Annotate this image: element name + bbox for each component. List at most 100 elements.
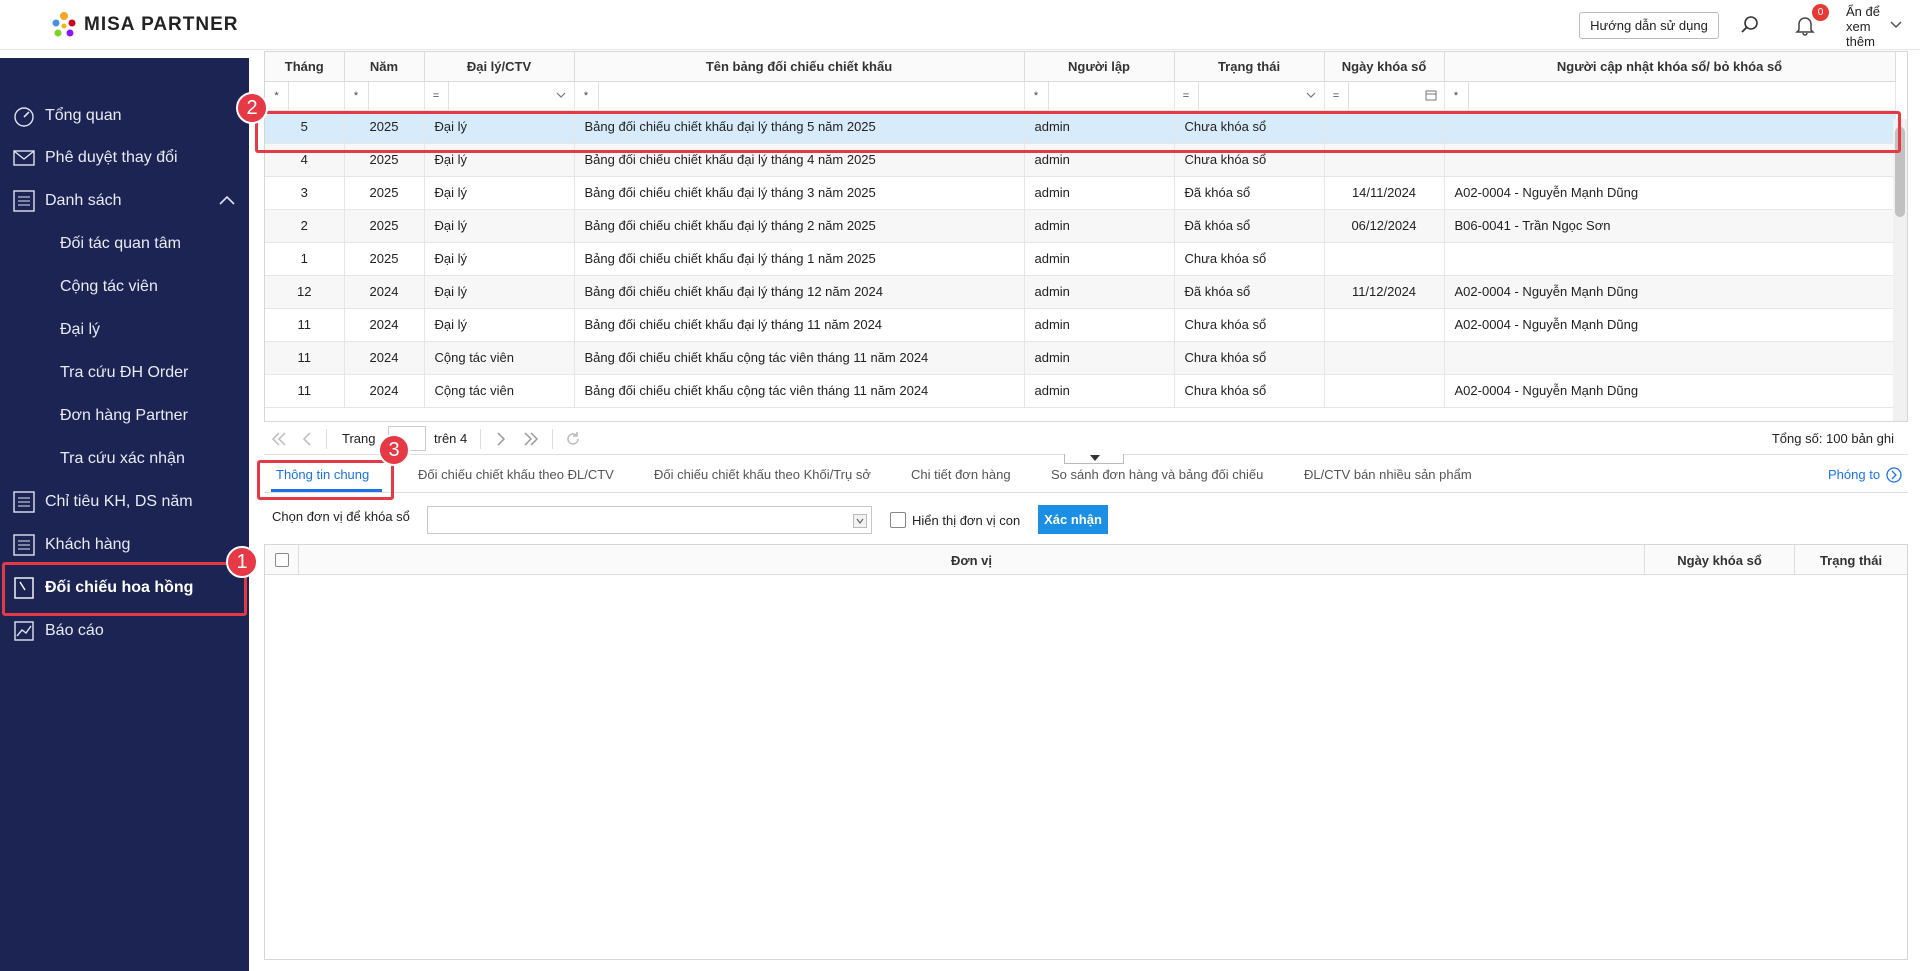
detail-tabs: Thông tin chung Đối chiếu chiết khấu the… <box>264 459 1908 493</box>
table-row[interactable]: 4 2025 Đại lý Bảng đối chiếu chiết khấu đại… <box>265 143 1896 177</box>
filter-operator[interactable]: * <box>1445 81 1469 109</box>
column-header-creator[interactable]: Người lập <box>1024 52 1175 82</box>
next-page-icon[interactable] <box>492 430 510 448</box>
column-header-status[interactable]: Trạng thái <box>1174 52 1325 82</box>
user-guide-button[interactable]: Hướng dẫn sử dụng <box>1579 12 1719 39</box>
sidebar-item-commission-reconciliation[interactable]: Đối chiếu hoa hồng <box>0 569 249 607</box>
chevron-down-icon[interactable] <box>853 514 867 528</box>
hide-toggle-label[interactable]: Ẩn để xem thêm <box>1846 4 1886 50</box>
divider <box>326 429 327 449</box>
chevron-down-icon[interactable] <box>1888 16 1904 32</box>
filter-select-status[interactable] <box>1199 82 1324 110</box>
column-header-month[interactable]: Tháng <box>265 52 345 82</box>
sidebar-subitem-interested-partners[interactable]: Đối tác quan tâm <box>0 226 249 262</box>
table-row[interactable]: 12 2024 Đại lý Bảng đối chiếu chiết khấu đạ… <box>265 275 1896 309</box>
sidebar-item-approve-changes[interactable]: Phê duyệt thay đổi <box>0 139 249 177</box>
list-icon <box>13 491 35 513</box>
column-header-agent-type[interactable]: Đại lý/CTV <box>424 52 575 82</box>
cell-table-name: Bảng đối chiếu chiết khấu đại lý tháng 4… <box>574 143 1025 177</box>
column-header-status[interactable]: Trạng thái <box>1795 545 1907 575</box>
table-row[interactable]: 11 2024 Cộng tác viên Bảng đối chiếu chiết … <box>265 341 1896 375</box>
table-row[interactable]: 11 2024 Cộng tác viên Bảng đối chiếu chiết … <box>265 374 1896 408</box>
sidebar-item-lists[interactable]: Danh sách <box>0 182 249 220</box>
table-row[interactable]: 5 2025 Đại lý Bảng đối chiếu chiết khấu đại… <box>265 110 1896 144</box>
page-count-label: trên 4 <box>434 431 468 446</box>
sidebar-item-label: Tổng quan <box>45 107 122 124</box>
filter-select-agent-type[interactable] <box>449 82 574 110</box>
table-row[interactable]: 3 2025 Đại lý Bảng đối chiếu chiết khấu đại… <box>265 176 1896 210</box>
filter-operator[interactable]: = <box>1175 81 1199 109</box>
cell-table-name: Bảng đối chiếu chiết khấu đại lý tháng 3… <box>574 176 1025 210</box>
first-page-icon[interactable] <box>270 430 288 448</box>
column-header-table-name[interactable]: Tên bảng đối chiếu chiết khấu <box>574 52 1025 82</box>
sidebar-subitem-collaborators[interactable]: Cộng tác viên <box>0 269 249 305</box>
search-icon[interactable] <box>1738 13 1762 37</box>
sidebar-subitem-confirmation-lookup[interactable]: Tra cứu xác nhận <box>0 441 249 477</box>
tab-reconcile-by-agent[interactable]: Đối chiếu chiết khấu theo ĐL/CTV <box>418 467 614 482</box>
filter-operator[interactable]: = <box>1325 81 1349 109</box>
last-page-icon[interactable] <box>522 430 540 448</box>
previous-page-icon[interactable] <box>298 430 316 448</box>
brand-name: MISA PARTNER <box>84 14 239 35</box>
table-row[interactable]: 1 2025 Đại lý Bảng đối chiếu chiết khấu đại… <box>265 242 1896 276</box>
cell-lock-updater: A02-0004 - Nguyễn Mạnh Dũng <box>1444 176 1896 210</box>
table-row[interactable]: 2 2025 Đại lý Bảng đối chiếu chiết khấu đại… <box>265 209 1896 243</box>
filter-input-creator[interactable] <box>1049 82 1174 110</box>
confirm-button[interactable]: Xác nhận <box>1038 505 1108 534</box>
refresh-icon[interactable] <box>564 430 582 448</box>
table-row[interactable]: 11 2024 Đại lý Bảng đối chiếu chiết khấu đạ… <box>265 308 1896 342</box>
filter-operator[interactable]: = <box>425 81 449 109</box>
cell-table-name: Bảng đối chiếu chiết khấu cộng tác viên … <box>574 341 1025 375</box>
filter-input-year[interactable] <box>369 82 424 110</box>
sidebar-item-label: Đối chiếu hoa hồng <box>45 579 194 596</box>
cell-table-name: Bảng đối chiếu chiết khấu cộng tác viên … <box>574 374 1025 408</box>
column-header-lock-updater[interactable]: Người cập nhật khóa sổ/ bỏ khóa sổ <box>1444 52 1896 82</box>
cell-creator: admin <box>1024 374 1175 408</box>
scrollbar-thumb[interactable] <box>1895 127 1905 217</box>
filter-operator[interactable]: * <box>265 81 289 109</box>
cell-year: 2024 <box>344 308 425 342</box>
select-all-checkbox[interactable] <box>274 553 289 567</box>
filter-input-lock-updater[interactable] <box>1469 82 1895 110</box>
cell-status: Đã khóa sổ <box>1174 275 1325 309</box>
column-header-year[interactable]: Năm <box>344 52 425 82</box>
total-records-label: Tổng số: 100 bản ghi <box>1771 431 1894 446</box>
app-logo[interactable]: MISA PARTNER <box>48 9 239 41</box>
filter-operator[interactable]: * <box>345 81 369 109</box>
filter-input-month[interactable] <box>289 82 343 110</box>
tab-general-info[interactable]: Thông tin chung <box>276 467 369 482</box>
sidebar-item-annual-targets[interactable]: Chỉ tiêu KH, DS năm <box>0 483 249 521</box>
filter-date-lock-date[interactable] <box>1349 82 1444 110</box>
grid-vertical-scrollbar[interactable] <box>1893 119 1907 421</box>
divider <box>552 429 553 449</box>
show-child-units-checkbox[interactable] <box>890 512 906 528</box>
cell-status: Đã khóa sổ <box>1174 209 1325 243</box>
cell-status: Chưa khóa sổ <box>1174 242 1325 276</box>
filter-operator[interactable]: * <box>1025 81 1049 109</box>
sidebar-subitem-partner-orders[interactable]: Đơn hàng Partner <box>0 398 249 434</box>
zoom-in-icon[interactable] <box>1885 466 1903 484</box>
calendar-icon[interactable] <box>1424 88 1438 102</box>
cell-creator: admin <box>1024 275 1175 309</box>
chevron-up-icon[interactable] <box>218 192 236 210</box>
filter-input-table-name[interactable] <box>599 82 1024 110</box>
sidebar-item-customers[interactable]: Khách hàng <box>0 526 249 564</box>
sidebar-item-reports[interactable]: Báo cáo <box>0 612 249 650</box>
sidebar-subitem-order-lookup[interactable]: Tra cứu ĐH Order <box>0 355 249 391</box>
cell-creator: admin <box>1024 110 1175 144</box>
sidebar-subitem-agents[interactable]: Đại lý <box>0 312 249 348</box>
filter-operator[interactable]: * <box>575 81 599 109</box>
tab-reconcile-by-branch[interactable]: Đối chiếu chiết khấu theo Khối/Trụ sở <box>654 467 871 482</box>
tab-order-details[interactable]: Chi tiết đơn hàng <box>911 467 1011 482</box>
unit-select-dropdown[interactable] <box>427 506 872 534</box>
page-label: Trang <box>342 431 376 446</box>
tab-multi-product-agents[interactable]: ĐL/CTV bán nhiều sản phẩm <box>1304 467 1472 482</box>
column-header-lock-date[interactable]: Ngày khóa sổ <box>1645 545 1795 575</box>
column-header-lock-date[interactable]: Ngày khóa sổ <box>1324 52 1445 82</box>
callout-badge-3: 3 <box>378 434 410 466</box>
tab-compare-orders[interactable]: So sánh đơn hàng và bảng đối chiếu <box>1051 467 1263 482</box>
sidebar-item-label: Danh sách <box>45 192 122 209</box>
sidebar-item-overview[interactable]: Tổng quan <box>0 97 249 135</box>
column-header-unit[interactable]: Đơn vị <box>299 545 1645 575</box>
zoom-in-link[interactable]: Phóng to <box>1828 467 1880 482</box>
